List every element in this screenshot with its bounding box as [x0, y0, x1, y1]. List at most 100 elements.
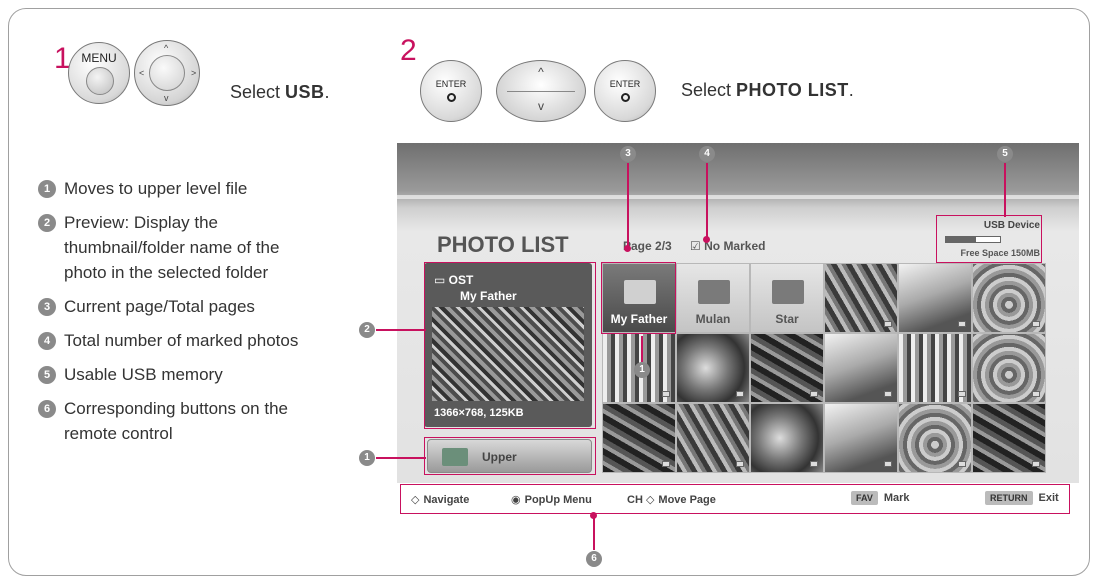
photo-thumbnail[interactable]: [972, 403, 1046, 473]
photo-type-icon: [884, 461, 892, 467]
photo-type-icon: [736, 391, 744, 397]
navigate-hint: ◇ Navigate: [411, 493, 469, 506]
navigate-icon: ◇: [411, 494, 420, 506]
legend-list: 1 Moves to upper level file 2 Preview: Dis…: [38, 176, 338, 455]
arrow-right-icon: >: [191, 68, 197, 78]
legend-item: 4 Total number of marked photos: [38, 328, 338, 353]
return-key: RETURN: [985, 491, 1033, 505]
photo-thumbnail[interactable]: [602, 403, 676, 473]
legend-number-6: 6: [38, 400, 56, 418]
photo-type-icon: [736, 461, 744, 467]
marked-count-label: No Marked: [704, 239, 766, 253]
legend-number-4: 4: [38, 332, 56, 350]
ch-label: CH: [627, 494, 643, 506]
move-page-label: Move Page: [658, 494, 716, 506]
arrow-up-icon: ^: [164, 43, 169, 53]
callout-4-leader: [706, 163, 708, 239]
callout-1: 1: [359, 450, 375, 466]
legend-text: Corresponding buttons on the remote cont…: [64, 399, 288, 443]
photo-thumbnail[interactable]: [972, 333, 1046, 403]
enter-button[interactable]: ENTER: [420, 60, 482, 122]
callout-6: 6: [586, 551, 602, 567]
photo-thumbnail[interactable]: [824, 403, 898, 473]
photo-thumbnail[interactable]: [676, 403, 750, 473]
mark-hint: FAV Mark: [851, 491, 910, 505]
legend-item: 1 Moves to upper level file: [38, 176, 338, 201]
arrow-left-icon: <: [139, 68, 145, 78]
folder-item-star[interactable]: Star: [750, 263, 824, 333]
popup-menu-label: PopUp Menu: [524, 494, 592, 506]
updown-pad[interactable]: ^ v: [496, 60, 586, 122]
callout-3-leader: [627, 163, 629, 249]
legend-number-5: 5: [38, 366, 56, 384]
selected-folder-highlight: [601, 262, 676, 334]
callout-1-highlight: [424, 437, 596, 475]
folder-label: Star: [775, 312, 799, 326]
photo-type-icon: [662, 461, 670, 467]
photo-type-icon: [958, 321, 966, 327]
legend-text: Usable USB memory: [64, 365, 223, 384]
arrow-down-icon: v: [538, 99, 544, 113]
callout-5-highlight: [936, 215, 1042, 263]
folder-icon: [698, 280, 730, 304]
legend-item: 2 Preview: Display the thumbnail/folder n…: [38, 210, 300, 285]
screen-highlight: [397, 195, 1079, 199]
step-2-prefix: Select: [681, 80, 737, 100]
step-1-instruction: Select USB.: [230, 82, 330, 103]
arrow-down-icon: v: [164, 93, 169, 103]
callout-grid-1-leader: [641, 336, 643, 362]
photo-type-icon: [810, 391, 818, 397]
marked-count: ☑ No Marked: [690, 239, 765, 253]
navigation-pad-center: [149, 55, 185, 91]
step-1-suffix: .: [324, 82, 330, 102]
callout-5-leader: [1004, 163, 1006, 217]
photo-type-icon: [884, 321, 892, 327]
photo-thumbnail[interactable]: [824, 263, 898, 333]
callout-6-anchor: [590, 512, 597, 519]
enter-button-2[interactable]: ENTER: [594, 60, 656, 122]
step-2-target: PHOTO LIST: [736, 80, 849, 100]
photo-type-icon: [958, 391, 966, 397]
step-2-instruction: Select PHOTO LIST.: [681, 80, 854, 101]
photo-thumbnail[interactable]: [898, 333, 972, 403]
enter-dot-icon: ◉: [511, 494, 521, 506]
navigation-pad[interactable]: ^ v < >: [134, 40, 200, 106]
photo-thumbnail[interactable]: [972, 263, 1046, 333]
arrow-up-icon: ^: [538, 65, 544, 79]
photo-thumbnail[interactable]: [824, 333, 898, 403]
photo-type-icon: [958, 461, 966, 467]
step-2-suffix: .: [848, 80, 854, 100]
legend-item: 3 Current page/Total pages: [38, 294, 338, 319]
callout-6-leader: [593, 514, 595, 550]
menu-button[interactable]: MENU: [68, 42, 130, 104]
photo-type-icon: [662, 391, 670, 397]
menu-button-face: [86, 67, 114, 95]
photo-type-icon: [884, 391, 892, 397]
callout-2-highlight: [424, 262, 596, 429]
photo-type-icon: [1032, 461, 1040, 467]
legend-text: Moves to upper level file: [64, 179, 248, 198]
legend-text: Current page/Total pages: [64, 297, 255, 316]
mark-label: Mark: [883, 492, 910, 504]
menu-button-label: MENU: [81, 51, 117, 65]
navigate-label: Navigate: [423, 494, 470, 506]
photo-thumbnail[interactable]: [750, 403, 824, 473]
move-page-hint: CH ◇ Move Page: [627, 493, 716, 506]
checkbox-icon: ☑: [690, 239, 701, 253]
enter-dot-icon: [621, 93, 630, 102]
legend-number-2: 2: [38, 214, 56, 232]
ch-updown-icon: ◇: [645, 494, 655, 506]
photo-thumbnail[interactable]: [750, 333, 824, 403]
legend-text: Total number of marked photos: [64, 331, 299, 350]
folder-label: Mulan: [695, 312, 731, 326]
photo-thumbnail[interactable]: [676, 333, 750, 403]
folder-item-mulan[interactable]: Mulan: [676, 263, 750, 333]
photo-thumbnail[interactable]: [898, 403, 972, 473]
remote-button-bar: ◇ Navigate ◉ PopUp Menu CH ◇ Move Page FAV M…: [400, 484, 1070, 514]
photo-list-title: PHOTO LIST: [437, 232, 569, 257]
photo-type-icon: [1032, 391, 1040, 397]
callout-3: 3: [620, 146, 636, 162]
photo-thumbnail[interactable]: [898, 263, 972, 333]
legend-number-3: 3: [38, 298, 56, 316]
step-1-target: USB: [285, 82, 325, 102]
